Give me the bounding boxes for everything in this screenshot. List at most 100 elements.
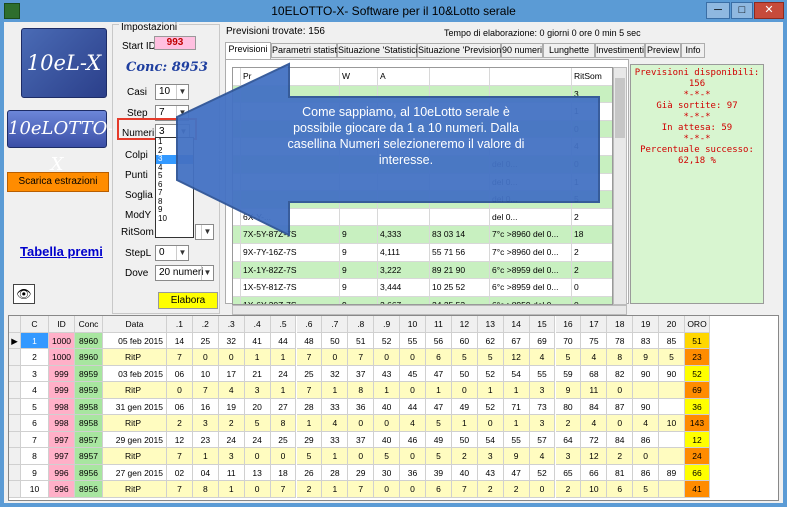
column-header[interactable]: .7 bbox=[322, 316, 349, 333]
table-row[interactable]: 10 996 8956 RitP 7 8 1 0 7 2 1 7 0 0 6 7 2 2 0 2 10 6 5 41 bbox=[9, 481, 778, 498]
table-row[interactable]: 5 998 8958 31 gen 2015 06 16 19 20 27 28 33 36 40 44 4… bbox=[9, 398, 778, 415]
column-header[interactable]: 17 bbox=[581, 316, 608, 333]
dove-select[interactable]: 20 numeri ▼ bbox=[155, 265, 214, 281]
tab-investimenti[interactable]: Investimenti bbox=[595, 43, 645, 58]
table-cell: 25 bbox=[296, 365, 323, 382]
tab-previsioni[interactable]: Previsioni bbox=[225, 42, 271, 59]
minimize-button[interactable]: ─ bbox=[706, 2, 730, 19]
table-cell: 26 bbox=[296, 464, 323, 481]
table-cell: 16 bbox=[192, 398, 219, 415]
table-cell: 40 bbox=[374, 398, 401, 415]
column-header[interactable]: 12 bbox=[451, 316, 478, 333]
column-header[interactable]: .8 bbox=[348, 316, 375, 333]
tab-situazione-statistici[interactable]: Situazione 'Statistici' bbox=[337, 43, 419, 58]
table-cell: 47 bbox=[426, 365, 452, 382]
table-cell: 71 bbox=[503, 398, 530, 415]
column-header[interactable]: .1 bbox=[167, 316, 193, 333]
table-cell: 0 bbox=[400, 349, 426, 366]
column-header[interactable]: Data bbox=[103, 316, 167, 333]
horizontal-scrollbar[interactable] bbox=[232, 305, 627, 315]
table-row[interactable]: 9X-7Y-16Z-7S 9 4,111 55 71 56 7°c >8960 del … bbox=[233, 244, 612, 262]
column-header[interactable]: .3 bbox=[218, 316, 245, 333]
column-header[interactable]: .4 bbox=[244, 316, 271, 333]
tab-90-numeri[interactable]: 90 numeri bbox=[501, 43, 543, 58]
start-id-field[interactable]: 993 bbox=[154, 36, 196, 50]
table-cell: 0 bbox=[400, 382, 426, 399]
table-row[interactable]: 8 997 8957 RitP 7 1 3 0 0 5 1 0 5 0 5 2 3 9 4 3 12 2 0 24 bbox=[9, 448, 778, 465]
column-header[interactable]: 15 bbox=[529, 316, 556, 333]
table-cell: 10 bbox=[21, 481, 49, 498]
column-header[interactable]: .5 bbox=[270, 316, 297, 333]
table-row[interactable]: 6 998 8958 RitP 2 3 2 5 8 1 4 0 0 4 5 1 0 1 3 2 4 0 4 10 143 bbox=[9, 415, 778, 432]
table-cell: 90 bbox=[633, 398, 660, 415]
column-header[interactable]: C bbox=[21, 316, 49, 333]
table-cell: 24 bbox=[244, 431, 271, 448]
table-cell: 89 bbox=[659, 464, 685, 481]
column-header[interactable]: 13 bbox=[477, 316, 504, 333]
column-header[interactable]: 16 bbox=[555, 316, 582, 333]
column-header[interactable]: Conc bbox=[75, 316, 103, 333]
column-header[interactable]: 19 bbox=[633, 316, 660, 333]
table-row[interactable]: 3 999 8959 03 feb 2015 06 10 17 21 24 25 32 37 43 45 4… bbox=[9, 365, 778, 382]
table-row[interactable]: 4 999 8959 RitP 0 7 4 3 1 7 1 8 1 0 1 0 1 1 3 9 11 0 69 bbox=[9, 382, 778, 399]
elabora-button[interactable]: Elabora bbox=[158, 292, 218, 309]
table-cell: 6°c >8959 del 0... bbox=[490, 279, 572, 297]
column-header[interactable]: 20 bbox=[659, 316, 685, 333]
close-button[interactable]: ✕ bbox=[754, 2, 784, 19]
table-row[interactable]: 1X-6Y-20Z-7S 9 2,667 24 25 53 6°c >8959 del … bbox=[233, 296, 612, 304]
table-cell: 1 bbox=[322, 382, 349, 399]
column-header[interactable]: .2 bbox=[192, 316, 219, 333]
tab-situazione-previsioni[interactable]: Situazione 'Previsioni' bbox=[417, 43, 505, 58]
scarica-estrazioni-button[interactable]: Scarica estrazioni bbox=[7, 172, 109, 192]
table-cell: 9 bbox=[340, 261, 378, 280]
column-header[interactable]: ID bbox=[49, 316, 75, 333]
table-cell: 19 bbox=[218, 398, 245, 415]
table-cell: 5 bbox=[374, 448, 401, 465]
tab-parametri-statistici[interactable]: Parametri statistici bbox=[271, 43, 346, 58]
table-cell: 0 bbox=[607, 382, 634, 399]
tab-info[interactable]: Info bbox=[681, 43, 705, 58]
tabella-premi-link[interactable]: Tabella premi bbox=[20, 244, 103, 259]
column-header[interactable]: 11 bbox=[426, 316, 452, 333]
tab-preview[interactable]: Preview bbox=[645, 43, 681, 58]
table-cell: 8956 bbox=[75, 481, 103, 498]
table-row[interactable]: 1X-5Y-81Z-7S 9 3,444 10 25 52 6°c >8959 del … bbox=[233, 279, 612, 297]
table-cell bbox=[659, 382, 685, 399]
table-cell: 12 bbox=[167, 431, 193, 448]
eye-icon[interactable]: 👁 bbox=[13, 284, 35, 304]
summary-line: Previsioni disponibili: bbox=[634, 68, 760, 78]
table-row[interactable]: 2 1000 8960 RitP 7 0 0 1 1 7 0 7 0 0 6 5 5 12 4 5 4 8 9 5 23 bbox=[9, 349, 778, 366]
table-cell bbox=[659, 448, 685, 465]
table-cell: 23 bbox=[192, 431, 219, 448]
table-cell: 1 bbox=[21, 332, 49, 349]
column-header[interactable]: ORO bbox=[685, 316, 710, 333]
table-cell: 56 bbox=[426, 332, 452, 349]
column-header[interactable]: 18 bbox=[607, 316, 634, 333]
table-cell bbox=[659, 481, 685, 498]
table-row[interactable]: 9 996 8956 27 gen 2015 02 04 11 13 18 26 28 29 30 36 3… bbox=[9, 464, 778, 481]
table-cell: 10 25 52 bbox=[430, 279, 490, 297]
table-cell: 52 bbox=[477, 398, 504, 415]
column-header[interactable]: 10 bbox=[400, 316, 426, 333]
column-header[interactable]: 14 bbox=[503, 316, 530, 333]
table-cell: 52 bbox=[477, 365, 504, 382]
table-cell: 59 bbox=[555, 365, 582, 382]
column-header[interactable]: .6 bbox=[296, 316, 323, 333]
stepl-select[interactable]: 0 ▼ bbox=[155, 245, 189, 261]
table-cell: 40 bbox=[451, 464, 478, 481]
table-cell: 83 bbox=[633, 332, 660, 349]
table-cell: 2 bbox=[503, 481, 530, 498]
column-header[interactable]: .9 bbox=[374, 316, 401, 333]
table-row[interactable]: ▶ 1 1000 8960 05 feb 2015 14 25 32 41 44 48 50 51 52 5… bbox=[9, 332, 778, 349]
window-title: 10ELOTTO-X- Software per il 10&Lotto ser… bbox=[271, 4, 516, 18]
table-row[interactable]: 7 997 8957 29 gen 2015 12 23 24 24 25 29 33 37 40 46 4… bbox=[9, 431, 778, 448]
column-header[interactable] bbox=[9, 316, 21, 333]
table-cell: 05 feb 2015 bbox=[103, 332, 167, 349]
table-cell: 40 bbox=[374, 431, 401, 448]
table-cell: 0 bbox=[374, 415, 401, 432]
table-row[interactable]: 1X-1Y-82Z-7S 9 3,222 89 21 90 6°c >8959 del … bbox=[233, 261, 612, 280]
table-cell: 31 gen 2015 bbox=[103, 398, 167, 415]
maximize-button[interactable]: □ bbox=[731, 2, 753, 19]
vertical-scrollbar[interactable] bbox=[613, 67, 627, 305]
tab-lunghette[interactable]: Lunghette bbox=[543, 43, 595, 58]
